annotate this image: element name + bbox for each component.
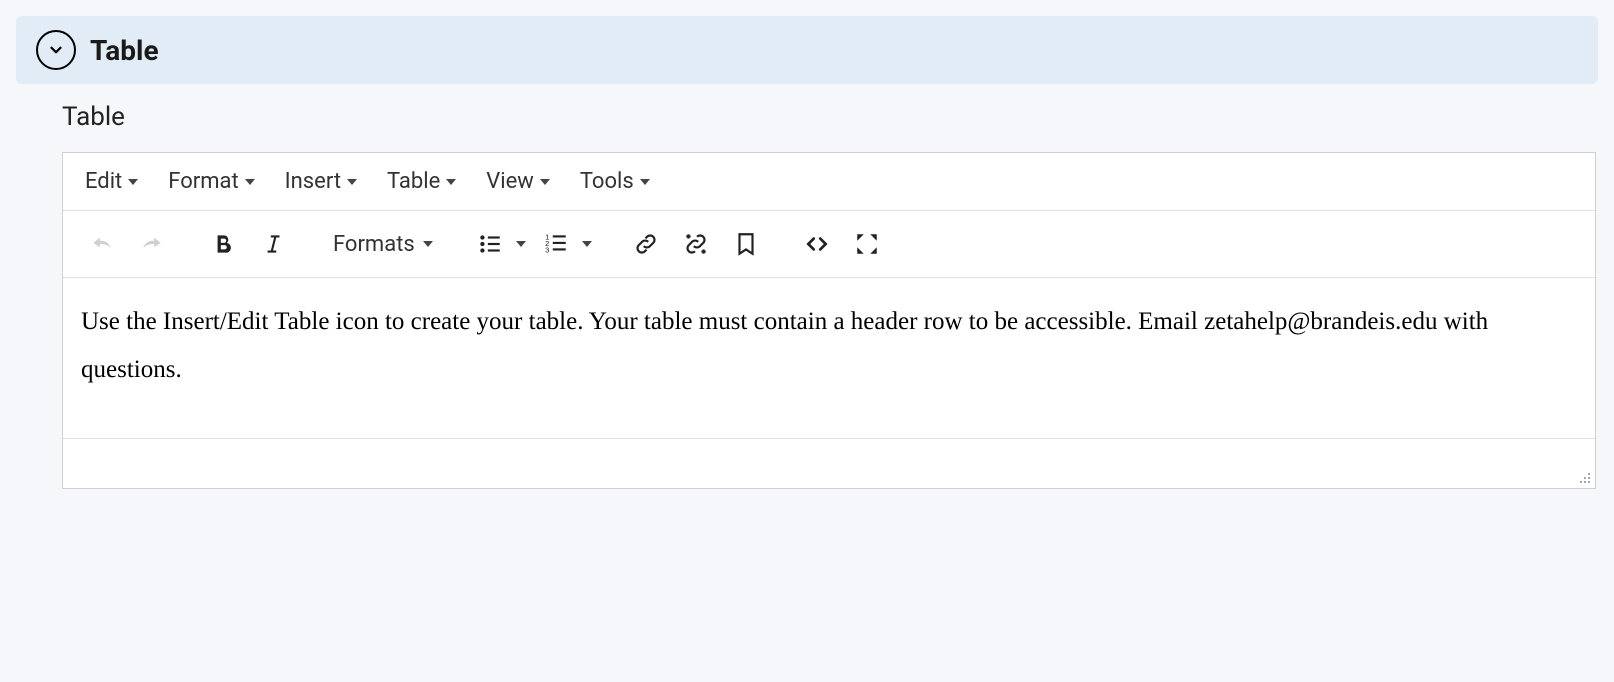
toolbar-format-group bbox=[192, 221, 304, 267]
menu-format[interactable]: Format bbox=[158, 163, 264, 200]
bookmark-icon bbox=[733, 231, 759, 257]
menu-insert[interactable]: Insert bbox=[275, 163, 367, 200]
editor-statusbar bbox=[63, 438, 1595, 488]
caret-down-icon bbox=[446, 179, 456, 185]
caret-down-icon bbox=[516, 241, 526, 247]
italic-icon bbox=[260, 231, 286, 257]
menu-view[interactable]: View bbox=[476, 163, 560, 200]
redo-button[interactable] bbox=[129, 221, 175, 267]
toolbar-code-group bbox=[786, 221, 898, 267]
numbered-list-dropdown[interactable] bbox=[576, 221, 598, 267]
caret-down-icon bbox=[540, 179, 550, 185]
menu-label: Table bbox=[387, 169, 440, 194]
source-code-button[interactable] bbox=[794, 221, 840, 267]
toolbar-lists-group: 1 2 3 bbox=[462, 221, 606, 267]
collapse-toggle[interactable] bbox=[36, 30, 76, 70]
menu-label: Edit bbox=[85, 169, 122, 194]
svg-text:3: 3 bbox=[545, 246, 549, 255]
menu-label: Insert bbox=[285, 169, 341, 194]
unlink-button[interactable] bbox=[673, 221, 719, 267]
numbered-list-split: 1 2 3 bbox=[536, 221, 598, 267]
toolbar-divider bbox=[781, 224, 782, 264]
section-title: Table bbox=[90, 34, 159, 67]
resize-handle[interactable] bbox=[1575, 468, 1591, 484]
toolbar-divider bbox=[610, 224, 611, 264]
caret-down-icon bbox=[582, 241, 592, 247]
bullet-list-icon bbox=[477, 231, 503, 257]
toolbar-divider bbox=[457, 224, 458, 264]
editor-field-wrap: Table Edit Format Insert Table View bbox=[16, 102, 1598, 489]
caret-down-icon bbox=[423, 241, 433, 247]
editor-paragraph: Use the Insert/Edit Table icon to create… bbox=[81, 298, 1577, 393]
chevron-down-icon bbox=[47, 41, 65, 59]
rich-text-editor: Edit Format Insert Table View Tools bbox=[62, 152, 1596, 489]
section-header: Table bbox=[16, 16, 1598, 84]
bullet-list-dropdown[interactable] bbox=[510, 221, 532, 267]
field-label: Table bbox=[62, 102, 1596, 132]
undo-button[interactable] bbox=[79, 221, 125, 267]
toolbar-history-group bbox=[71, 221, 183, 267]
formats-label: Formats bbox=[333, 232, 415, 257]
menu-label: View bbox=[486, 169, 534, 194]
resize-grip-icon bbox=[1575, 468, 1591, 484]
numbered-list-button[interactable]: 1 2 3 bbox=[536, 221, 576, 267]
caret-down-icon bbox=[640, 179, 650, 185]
undo-icon bbox=[89, 231, 115, 257]
bold-icon bbox=[210, 231, 236, 257]
formats-dropdown[interactable]: Formats bbox=[321, 226, 445, 263]
redo-icon bbox=[139, 231, 165, 257]
caret-down-icon bbox=[347, 179, 357, 185]
toolbar-divider bbox=[308, 224, 309, 264]
menu-label: Tools bbox=[580, 169, 634, 194]
caret-down-icon bbox=[128, 179, 138, 185]
menu-label: Format bbox=[168, 169, 238, 194]
bold-button[interactable] bbox=[200, 221, 246, 267]
editor-content-area[interactable]: Use the Insert/Edit Table icon to create… bbox=[63, 278, 1595, 438]
editor-menubar: Edit Format Insert Table View Tools bbox=[63, 153, 1595, 211]
editor-toolbar: Formats bbox=[63, 211, 1595, 278]
anchor-button[interactable] bbox=[723, 221, 769, 267]
link-icon bbox=[633, 231, 659, 257]
menu-tools[interactable]: Tools bbox=[570, 163, 660, 200]
italic-button[interactable] bbox=[250, 221, 296, 267]
toolbar-links-group bbox=[615, 221, 777, 267]
numbered-list-icon: 1 2 3 bbox=[543, 231, 569, 257]
menu-edit[interactable]: Edit bbox=[75, 163, 148, 200]
unlink-icon bbox=[683, 231, 709, 257]
bullet-list-button[interactable] bbox=[470, 221, 510, 267]
menu-table[interactable]: Table bbox=[377, 163, 466, 200]
code-icon bbox=[804, 231, 830, 257]
bullet-list-split bbox=[470, 221, 532, 267]
toolbar-divider bbox=[187, 224, 188, 264]
fullscreen-icon bbox=[854, 231, 880, 257]
caret-down-icon bbox=[245, 179, 255, 185]
toolbar-formats-group: Formats bbox=[313, 226, 453, 263]
link-button[interactable] bbox=[623, 221, 669, 267]
fullscreen-button[interactable] bbox=[844, 221, 890, 267]
